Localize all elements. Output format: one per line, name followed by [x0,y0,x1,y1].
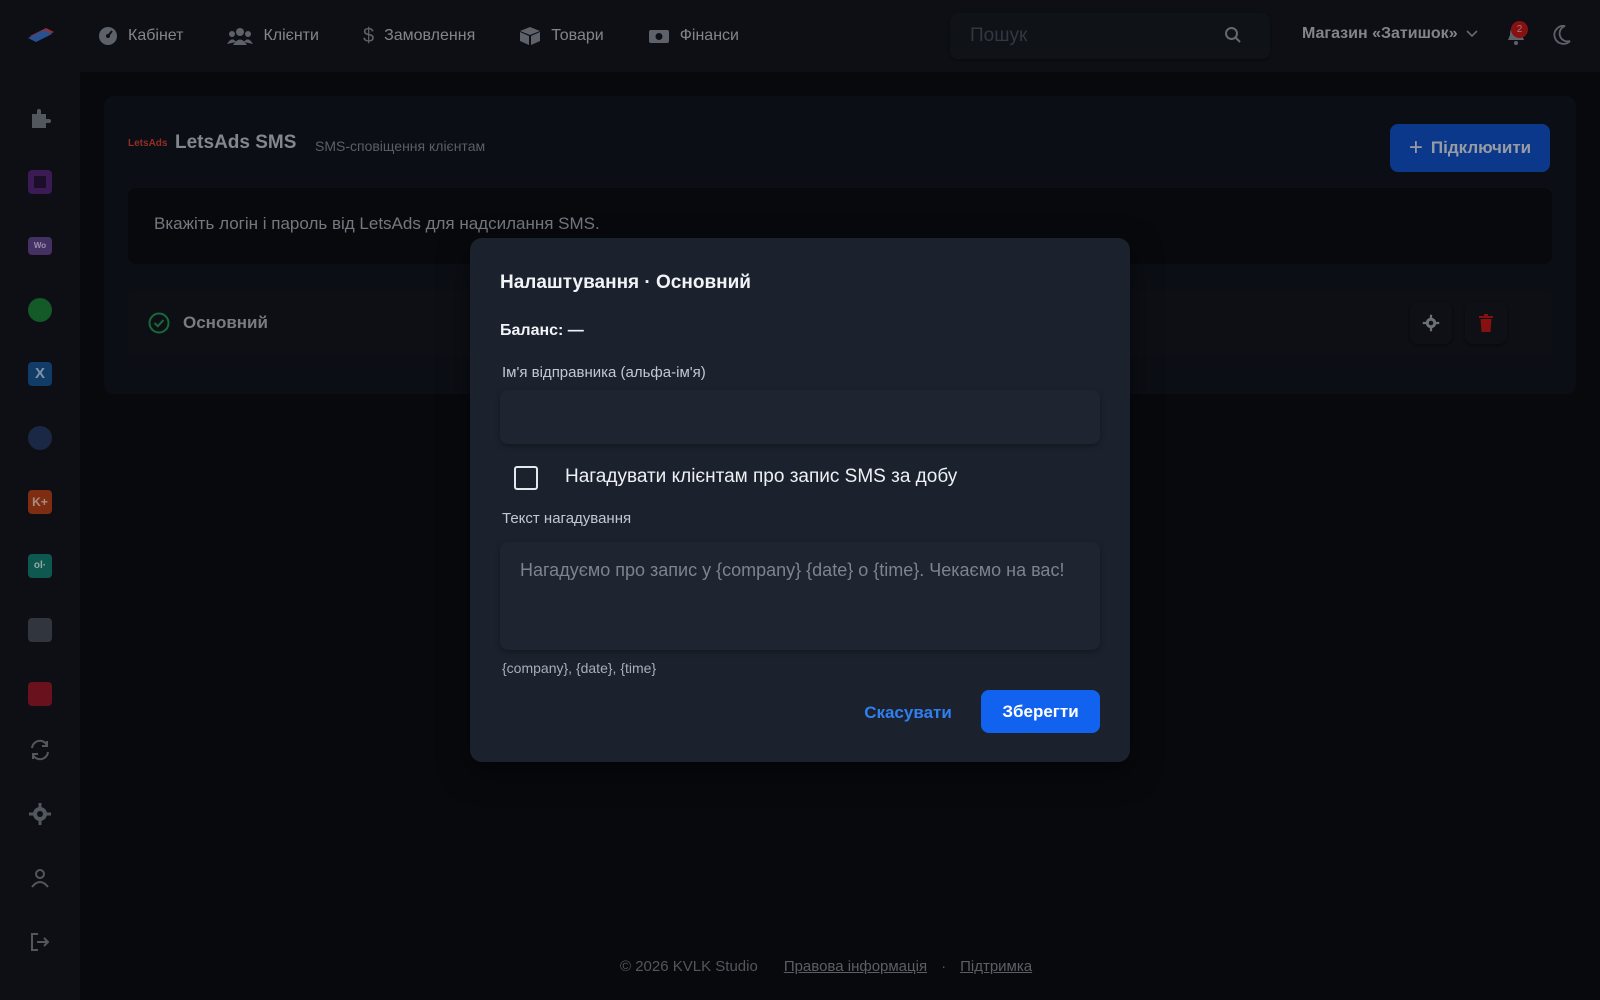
placeholders-hint: {company}, {date}, {time} [502,660,657,676]
sender-name-input[interactable] [500,390,1100,444]
reminder-text-label: Текст нагадування [502,510,632,527]
reminder-text-input[interactable] [500,542,1100,650]
reminder-checkbox-label[interactable]: Нагадувати клієнтам про запис SMS за доб… [565,466,957,488]
reminder-checkbox[interactable] [514,466,538,490]
sender-name-label: Ім'я відправника (альфа-ім'я) [502,364,706,381]
balance-text: Баланс: — [500,322,584,339]
modal-title: Налаштування · Основний [500,272,751,293]
cancel-button[interactable]: Скасувати [850,692,966,734]
settings-modal: Налаштування · Основний Баланс: — Ім'я в… [470,238,1130,762]
save-button[interactable]: Зберегти [981,690,1100,733]
